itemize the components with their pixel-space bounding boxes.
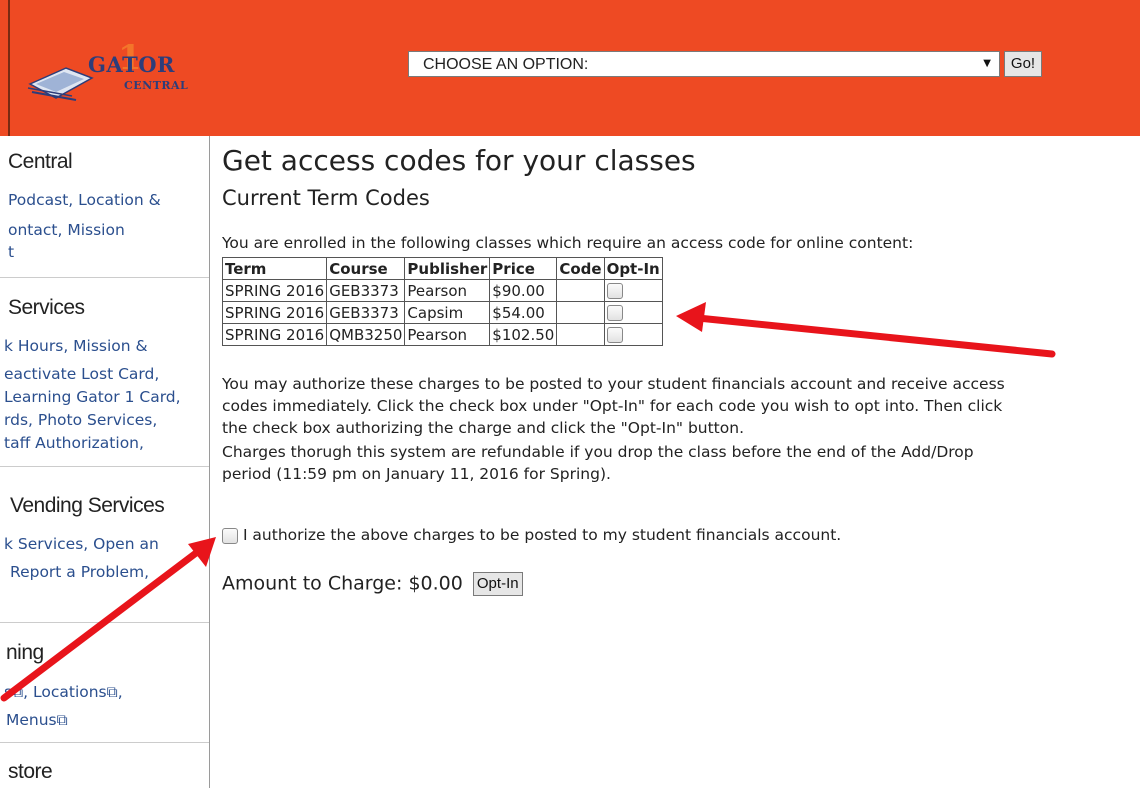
table-row: SPRING 2016 GEB3373 Pearson $90.00 (221, 279, 663, 302)
sidebar-title-vending[interactable]: Vending Services (10, 494, 165, 518)
sidebar-link[interactable]: Menus⧉ (6, 711, 68, 730)
authorize-checkbox[interactable] (222, 527, 238, 544)
course-cell: QMB3250 (326, 323, 406, 346)
logo-line2: CENTRAL (124, 79, 189, 92)
opt-in-cell (603, 323, 663, 346)
course-cell: GEB3373 (326, 279, 406, 302)
navigation-select[interactable]: CHOOSE AN OPTION: ▼ (408, 51, 1000, 77)
opt-in-button[interactable]: Opt-In (472, 572, 523, 596)
instructions-line: the check box authorizing the charge and… (222, 419, 744, 437)
authorize-row: I authorize the above charges to be post… (222, 526, 841, 544)
sidebar-link[interactable]: k Services, Open an (4, 535, 159, 553)
price-cell: $54.00 (489, 301, 558, 324)
arrow-to-opt-in-checkbox (676, 302, 1056, 358)
logo-line1: GATOR (88, 52, 175, 77)
sidebar-divider (0, 466, 209, 467)
sidebar-divider (0, 277, 209, 278)
sidebar-title-dining[interactable]: ning (6, 641, 44, 665)
authorize-instructions: You may authorize these charges to be po… (222, 373, 1005, 439)
authorize-label[interactable]: I authorize the above charges to be post… (243, 526, 841, 544)
amount-to-charge: Amount to Charge: $0.00 (222, 572, 463, 595)
page-title: Get access codes for your classes (222, 144, 696, 177)
column-header: Publisher (404, 257, 491, 280)
sidebar-link[interactable]: Learning Gator 1 Card, (4, 388, 181, 406)
term-cell: SPRING 2016 (221, 301, 328, 324)
term-cell: SPRING 2016 (221, 323, 328, 346)
opt-in-checkbox[interactable] (606, 283, 623, 299)
table-header-row: Term Course Publisher Price Code Opt-In (221, 257, 663, 280)
intro-text: You are enrolled in the following classe… (222, 234, 914, 252)
amount-row: Amount to Charge: $0.00 Opt-In (222, 572, 523, 596)
access-codes-table: Term Course Publisher Price Code Opt-In … (221, 257, 663, 346)
column-header: Course (326, 257, 406, 280)
sidebar-link[interactable]: t (8, 243, 14, 261)
code-cell (556, 279, 605, 302)
sidebar-link[interactable]: s⧉, Locations⧉, (4, 683, 123, 702)
dropdown-arrow-icon: ▼ (983, 58, 991, 69)
instructions-line: You may authorize these charges to be po… (222, 375, 1005, 393)
sidebar: Central Podcast, Location & ontact, Miss… (0, 136, 210, 788)
code-cell (556, 301, 605, 324)
go-button[interactable]: Go! (1004, 51, 1042, 77)
sidebar-divider (0, 622, 209, 623)
sidebar-link[interactable]: taff Authorization, (4, 434, 144, 452)
section-heading: Current Term Codes (222, 186, 430, 210)
sidebar-link[interactable]: Report a Problem, (10, 563, 149, 581)
publisher-cell: Pearson (404, 279, 491, 302)
table-row: SPRING 2016 QMB3250 Pearson $102.50 (221, 323, 663, 346)
sidebar-link[interactable]: ontact, Mission (8, 221, 125, 239)
gator1-central-logo[interactable]: 1 GATOR CENTRAL (24, 38, 194, 104)
term-cell: SPRING 2016 (221, 279, 328, 302)
sidebar-link[interactable]: eactivate Lost Card, (4, 365, 159, 383)
opt-in-cell (603, 301, 663, 324)
sidebar-title-services[interactable]: Services (8, 296, 85, 320)
sidebar-link[interactable]: k Hours, Mission & (4, 337, 148, 355)
sidebar-link[interactable]: Podcast, Location & (8, 191, 161, 209)
sidebar-title-store[interactable]: store (8, 760, 53, 784)
sidebar-title-central[interactable]: Central (8, 150, 73, 174)
table-row: SPRING 2016 GEB3373 Capsim $54.00 (221, 301, 663, 324)
column-header: Price (489, 257, 558, 280)
code-cell (556, 323, 605, 346)
price-cell: $102.50 (489, 323, 558, 346)
publisher-cell: Capsim (404, 301, 491, 324)
policy-line: Charges thorugh this system are refundab… (222, 443, 974, 461)
select-value: CHOOSE AN OPTION: (423, 56, 589, 73)
sidebar-link[interactable]: rds, Photo Services, (4, 411, 157, 429)
column-header: Term (221, 257, 328, 280)
refund-policy-text: Charges thorugh this system are refundab… (222, 441, 974, 485)
id-card-icon (27, 67, 94, 101)
course-cell: GEB3373 (326, 301, 406, 324)
publisher-cell: Pearson (404, 323, 491, 346)
instructions-line: codes immediately. Click the check box u… (222, 397, 1003, 415)
site-header: 1 GATOR CENTRAL CHOOSE AN OPTION: ▼ Go! (0, 0, 1140, 136)
opt-in-cell (603, 279, 663, 302)
price-cell: $90.00 (489, 279, 558, 302)
opt-in-checkbox[interactable] (606, 305, 623, 321)
column-header: Opt-In (603, 257, 663, 280)
column-header: Code (556, 257, 605, 280)
policy-line: period (11:59 pm on January 11, 2016 for… (222, 465, 611, 483)
sidebar-divider (0, 742, 209, 743)
opt-in-checkbox[interactable] (606, 327, 623, 343)
